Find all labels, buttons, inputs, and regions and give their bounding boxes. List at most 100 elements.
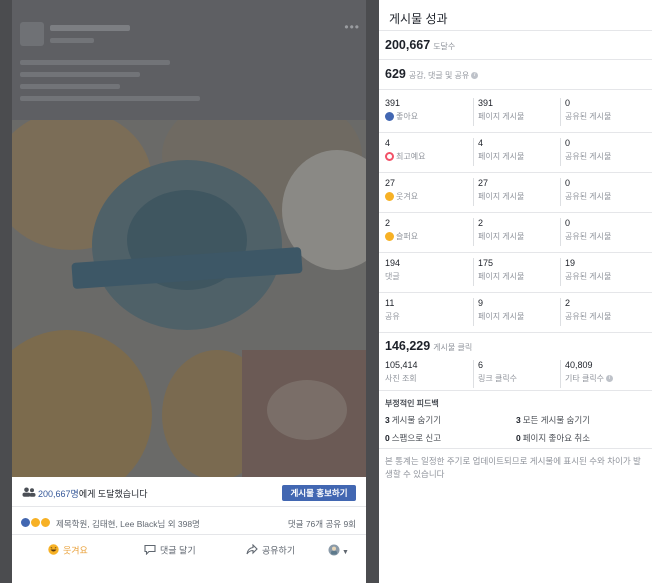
comments-shared-cell: 19 공유된 게시물 (565, 258, 652, 282)
post-text-blurred (20, 96, 200, 101)
shares-page-value: 9 (478, 298, 484, 308)
likes-row: 391 좋아요 391 페이지 게시물 0 공유된 게시물 (379, 92, 652, 132)
divider (473, 138, 474, 166)
shares-label: 공유 (385, 312, 400, 321)
haha-shared-value: 0 (565, 178, 571, 188)
stats-disclaimer: 본 통계는 일정한 주기로 업데이트되므로 게시물에 표시된 수와 차이가 발생… (385, 456, 641, 479)
post-footer: 200,667명에게 도달했습니다 게시물 홍보하기 제목학원, 김태현, Le… (12, 477, 366, 583)
photo-views-cell: 105,414 사진 조회 (385, 360, 473, 384)
comments-row: 194 댓글 175 페이지 게시물 19 공유된 게시물 (379, 252, 652, 292)
love-shared-cell: 0 공유된 게시물 (565, 138, 652, 162)
sad-page-cell: 2 페이지 게시물 (478, 218, 566, 242)
post-actions-row: 웃겨요 댓글 달기 공유하기 ▼ (12, 535, 366, 563)
comment-share-counts[interactable]: 댓글 76개 공유 9회 (288, 518, 356, 530)
comments-label: 댓글 (385, 272, 400, 281)
divider (379, 30, 652, 31)
link-clicks-value: 6 (478, 360, 484, 370)
photo-views-label: 사진 조회 (385, 374, 417, 383)
comments-total-cell: 194 댓글 (385, 258, 473, 282)
page-name-blurred[interactable] (50, 25, 130, 31)
divider (379, 89, 652, 90)
engagement-value: 629 (385, 67, 406, 81)
comment-label: 댓글 달기 (160, 545, 196, 556)
page-avatar-small (328, 544, 340, 559)
love-page-value: 4 (478, 138, 484, 148)
divider (379, 448, 652, 449)
share-label: 공유하기 (262, 545, 296, 556)
likes-page-value: 391 (478, 98, 494, 108)
more-options-icon[interactable]: ••• (344, 20, 360, 34)
clicks-breakdown-row: 105,414 사진 조회 6 링크 클릭수 40,809 기타 클릭수 i (379, 354, 652, 394)
post-as-selector[interactable]: ▼ (328, 544, 349, 556)
people-icon (22, 487, 36, 497)
comments-page-cell: 175 페이지 게시물 (478, 258, 566, 282)
sad-total-cell: 2 슬퍼요 (385, 218, 473, 242)
hide-post-value: 3 (385, 415, 390, 425)
haha-icon (385, 192, 394, 201)
shares-shared-value: 2 (565, 298, 571, 308)
page-avatar[interactable] (20, 22, 44, 46)
hide-post-label: 게시물 숨기기 (391, 415, 442, 425)
haha-total-cell: 27 웃겨요 (385, 178, 473, 202)
hide-all-label: 모든 게시물 숨기기 (522, 415, 591, 425)
hide-all-value: 3 (516, 415, 521, 425)
love-page-cell: 4 페이지 게시물 (478, 138, 566, 162)
haha-page-cell: 27 페이지 게시물 (478, 178, 566, 202)
divider (560, 360, 561, 388)
love-shared-value: 0 (565, 138, 571, 148)
post-clicks-label: 게시물 클릭 (433, 343, 473, 352)
link-clicks-label: 링크 클릭수 (478, 374, 518, 383)
haha-reaction-button[interactable]: 웃겨요 (48, 544, 88, 556)
reaction-names[interactable]: 제목학원, 김태현, Lee Black님 외 398명 (56, 518, 200, 530)
shared-posts-label: 공유된 게시물 (565, 152, 612, 161)
post-timestamp-blurred (50, 38, 94, 43)
page-posts-label: 페이지 게시물 (478, 112, 525, 121)
chevron-down-icon: ▼ (342, 548, 349, 556)
shared-posts-label: 공유된 게시물 (565, 272, 612, 281)
page-posts-label: 페이지 게시물 (478, 272, 525, 281)
haha-emoji-icon (48, 544, 59, 558)
info-icon[interactable]: i (606, 375, 614, 383)
divider (379, 390, 652, 391)
link-clicks-cell: 6 링크 클릭수 (478, 360, 566, 384)
sad-icon (40, 517, 51, 528)
boost-post-button[interactable]: 게시물 홍보하기 (282, 485, 356, 501)
unlike-value: 0 (516, 433, 521, 443)
divider (473, 178, 474, 206)
haha-label: 웃겨요 (63, 545, 88, 556)
spam-report-stat: 0 스팸으로 신고 (385, 432, 441, 444)
hide-post-stat: 3 게시물 숨기기 (385, 414, 441, 426)
reach-suffix: 에게 도달했습니다 (78, 489, 148, 499)
likes-page-cell: 391 페이지 게시물 (478, 98, 566, 122)
reach-label: 도달수 (433, 42, 456, 51)
divider (560, 98, 561, 126)
divider (379, 332, 652, 333)
post-image[interactable] (12, 120, 366, 477)
reach-count-link[interactable]: 200,667명 (38, 489, 79, 499)
likes-shared-cell: 0 공유된 게시물 (565, 98, 652, 122)
divider (560, 258, 561, 286)
hide-all-stat: 3 모든 게시물 숨기기 (516, 414, 590, 426)
comment-button[interactable]: 댓글 달기 (144, 544, 196, 556)
haha-label: 웃겨요 (396, 192, 419, 201)
shares-shared-cell: 2 공유된 게시물 (565, 298, 652, 322)
like-icon (20, 517, 31, 528)
shared-posts-label: 공유된 게시물 (565, 112, 612, 121)
page-posts-label: 페이지 게시물 (478, 192, 525, 201)
love-label: 최고예요 (396, 152, 426, 161)
share-button[interactable]: 공유하기 (246, 543, 296, 556)
haha-page-value: 27 (478, 178, 489, 188)
sad-shared-cell: 0 공유된 게시물 (565, 218, 652, 242)
shared-posts-label: 공유된 게시물 (565, 192, 612, 201)
sad-page-value: 2 (478, 218, 484, 228)
haha-shared-cell: 0 공유된 게시물 (565, 178, 652, 202)
sad-icon (385, 232, 394, 241)
negative-feedback-title: 부정적인 피드백 (385, 399, 439, 408)
like-icon (385, 112, 394, 121)
divider (560, 298, 561, 326)
post-text-blurred (20, 60, 170, 65)
other-clicks-cell: 40,809 기타 클릭수 i (565, 360, 652, 384)
likes-label: 좋아요 (396, 112, 419, 121)
comment-icon (144, 544, 156, 558)
info-icon[interactable]: i (471, 72, 479, 80)
